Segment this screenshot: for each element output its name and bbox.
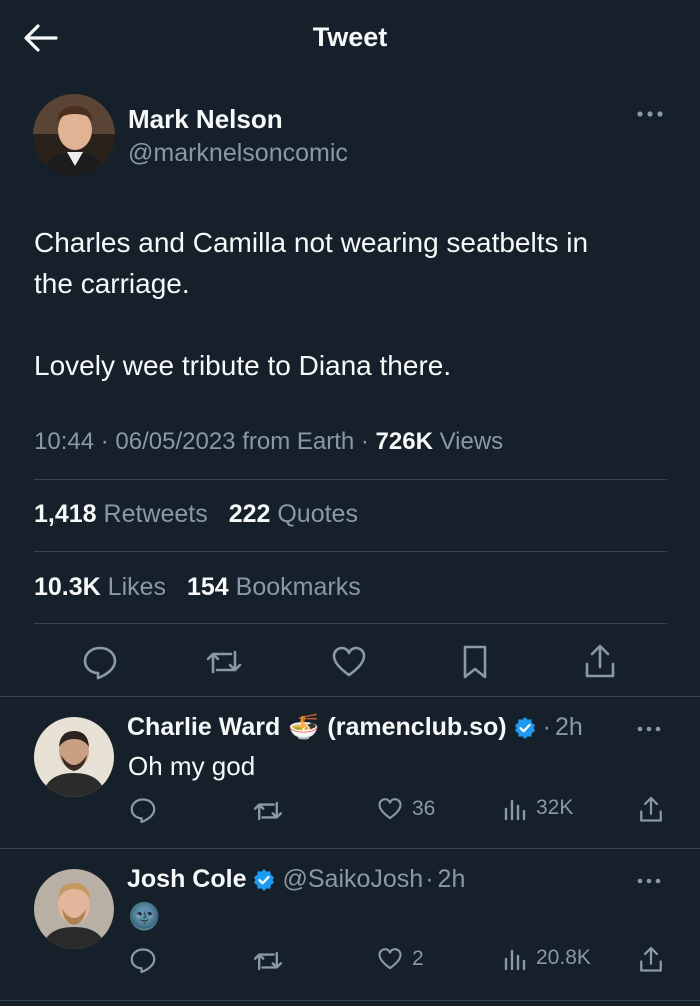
divider: [34, 551, 667, 552]
top-bar: Tweet: [0, 0, 700, 76]
ramen-emoji: 🍜: [288, 713, 320, 741]
divider: [34, 623, 667, 624]
reply-action-bar: 2 20.8K: [0, 945, 700, 985]
reply-icon[interactable]: [80, 642, 120, 682]
retweet-icon[interactable]: [252, 945, 292, 977]
like-count: 2: [412, 947, 424, 970]
more-icon[interactable]: [636, 721, 662, 737]
page-title: Tweet: [312, 22, 388, 52]
reply-text: 🌚: [128, 901, 161, 931]
like-button[interactable]: 36: [376, 795, 435, 823]
reply-text: Oh my god: [128, 751, 256, 781]
reply-tweet[interactable]: Charlie Ward 🍜 (ramenclub.so) · 2h Oh my…: [0, 697, 700, 847]
bookmarks-stat[interactable]: 154 Bookmarks: [187, 573, 361, 601]
tweet-text: Charles and Camilla not wearing seatbelt…: [34, 222, 674, 386]
heart-icon[interactable]: [329, 642, 369, 682]
likes-stat[interactable]: 10.3K Likes: [34, 573, 166, 601]
verified-badge-icon: [513, 716, 537, 740]
tweet-meta: 10:44 · 06/05/2023 from Earth · 726K Vie…: [34, 428, 504, 455]
tweet-date[interactable]: 06/05/2023: [115, 428, 235, 455]
retweet-icon[interactable]: [252, 795, 292, 827]
reply-time[interactable]: 2h: [555, 713, 583, 742]
tweet-text-line: Charles and Camilla not wearing seatbelt…: [34, 227, 589, 258]
reply-header: Charlie Ward 🍜 (ramenclub.so) · 2h: [127, 713, 583, 742]
views-button[interactable]: 32K: [502, 795, 573, 821]
heart-icon: [378, 948, 402, 970]
tweet-source: from Earth: [242, 428, 355, 455]
views-icon: [504, 949, 526, 971]
share-icon[interactable]: [636, 795, 674, 825]
avatar[interactable]: [33, 94, 115, 176]
reply-tweet[interactable]: Josh Cole @SaikoJosh · 2h 🌚 2 20.8K: [0, 849, 700, 999]
more-icon[interactable]: [635, 104, 665, 124]
tweet-time[interactable]: 10:44: [34, 428, 94, 455]
tweet-text-line: the carriage.: [34, 268, 190, 299]
reply-time[interactable]: 2h: [438, 865, 466, 894]
reply-author-handle[interactable]: @SaikoJosh: [282, 865, 423, 894]
views-count: 726K: [375, 428, 433, 455]
reply-author-name[interactable]: Josh Cole: [127, 865, 246, 894]
heart-icon: [378, 798, 402, 820]
quotes-stat[interactable]: 222 Quotes: [229, 500, 358, 528]
tweet-author: Mark Nelson @marknelsoncomic: [33, 94, 673, 178]
separator: ·: [542, 713, 551, 741]
more-icon[interactable]: [636, 873, 662, 889]
engagement-stats: 1,418 Retweets 222 Quotes: [34, 500, 372, 529]
author-name[interactable]: Mark Nelson: [128, 104, 283, 135]
author-handle[interactable]: @marknelsoncomic: [128, 139, 348, 168]
reply-author-name[interactable]: Charlie Ward: [127, 713, 280, 742]
reply-header: Josh Cole @SaikoJosh · 2h: [127, 865, 465, 894]
tweet-action-bar: [0, 632, 700, 692]
divider: [34, 479, 667, 480]
divider: [0, 1000, 700, 1001]
share-icon[interactable]: [580, 642, 620, 682]
views-icon: [504, 799, 526, 821]
tweet-detail-page: Tweet Mark Nelson @marknelsoncomic Charl…: [0, 0, 700, 1006]
reply-icon[interactable]: [128, 795, 166, 825]
views-button[interactable]: 20.8K: [502, 945, 591, 971]
bookmark-icon[interactable]: [455, 642, 495, 682]
retweet-icon[interactable]: [204, 642, 244, 682]
views-label: Views: [439, 428, 504, 455]
separator: ·: [425, 865, 434, 893]
avatar[interactable]: [34, 717, 114, 797]
reply-action-bar: 36 32K: [0, 795, 700, 835]
avatar[interactable]: [34, 869, 114, 949]
like-button[interactable]: 2: [376, 945, 424, 973]
tweet-text-line: Lovely wee tribute to Diana there.: [34, 350, 452, 381]
retweets-stat[interactable]: 1,418 Retweets: [34, 500, 208, 528]
reply-icon[interactable]: [128, 945, 166, 975]
views-count: 32K: [536, 796, 574, 819]
reply-author-name-suffix[interactable]: (ramenclub.so): [327, 713, 506, 742]
share-icon[interactable]: [636, 945, 674, 975]
like-count: 36: [412, 797, 436, 820]
engagement-stats: 10.3K Likes 154 Bookmarks: [34, 573, 375, 602]
views-count: 20.8K: [536, 946, 591, 969]
verified-badge-icon: [252, 868, 276, 892]
